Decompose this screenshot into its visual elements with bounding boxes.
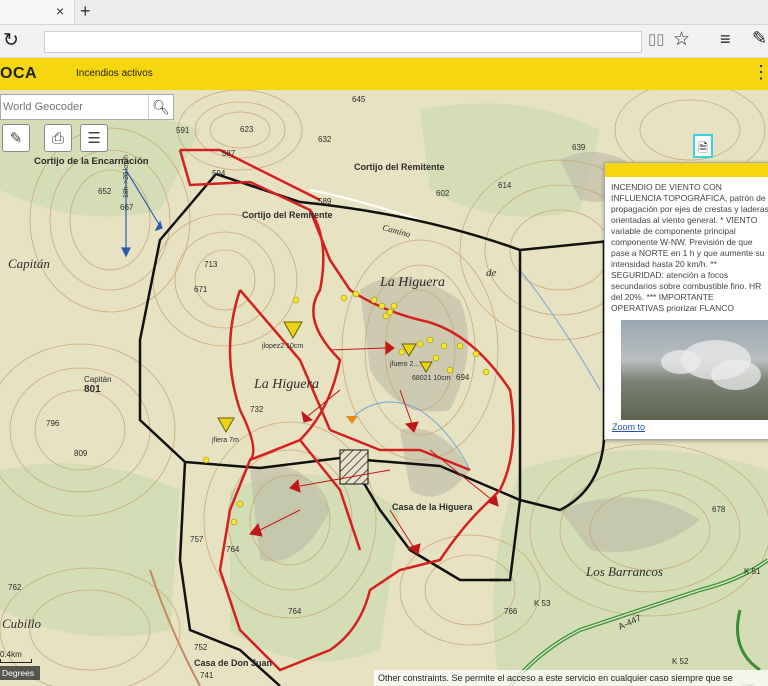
elevation-label: 639	[572, 143, 586, 152]
star-icon[interactable]: ☆	[673, 28, 690, 51]
scale-label: 0.4km	[0, 650, 22, 659]
incident-popup: INCENDIO DE VIENTO CON INFLUENCIA TOPOGR…	[604, 162, 768, 440]
elevation-label: 678	[712, 505, 726, 514]
hub-icon[interactable]: ≡	[720, 29, 731, 50]
place-label: La Higuera	[253, 377, 319, 392]
pen-note-icon[interactable]: ✎	[752, 28, 767, 49]
place-label: Cubillo	[2, 616, 42, 631]
elevation-label: 694	[456, 373, 470, 382]
place-label: Cortijo del Remitente	[242, 210, 333, 220]
menu-incendios-activos[interactable]: Incendios activos	[76, 68, 153, 79]
new-tab-icon[interactable]: +	[80, 1, 91, 22]
search-icon[interactable]: 🔍︎	[148, 95, 173, 119]
elevation-label: 632	[318, 135, 332, 144]
place-label: Cortijo del Remitente	[354, 162, 445, 172]
address-bar[interactable]	[44, 31, 642, 53]
elevation-label: 589	[318, 197, 332, 206]
document-icon[interactable]: ☰	[80, 124, 108, 152]
scale-bar: 0.4km	[0, 650, 40, 663]
app-header: OCA Incendios activos ⋮≡	[0, 58, 768, 90]
place-label: La Higuera	[379, 275, 445, 290]
wind-label: 18h->20 km/h	[123, 155, 130, 198]
browser-tab-bar: × +	[0, 0, 768, 25]
place-label: Capitán	[8, 256, 50, 271]
elevation-label: 645	[352, 95, 366, 104]
elevation-label: 652	[98, 187, 112, 196]
elevation-label: 796	[46, 419, 60, 428]
popup-header	[605, 163, 768, 177]
elevation-label: 713	[204, 260, 218, 269]
place-label: Capitán	[84, 375, 112, 384]
place-label: de	[486, 267, 497, 279]
elevation-label: 594	[212, 169, 226, 178]
app-logo: OCA	[0, 65, 38, 82]
elevation-label: 764	[226, 545, 240, 554]
zoom-to-link[interactable]: Zoom to	[612, 422, 645, 432]
hatched-area	[339, 449, 369, 485]
pencil-icon[interactable]: ✎	[2, 124, 30, 152]
elevation-label: 602	[436, 189, 450, 198]
refresh-icon[interactable]: ↻	[3, 29, 19, 52]
elevation-label: K 52	[672, 657, 689, 666]
elevation-label: 757	[190, 535, 204, 544]
elevation-label: 762	[8, 583, 22, 592]
geocoder-input[interactable]	[1, 95, 151, 119]
elevation-label: 732	[250, 405, 264, 414]
elevation-label: 764	[288, 607, 302, 616]
map-attribution: Other constraints. Se permite el acceso …	[374, 670, 768, 686]
elevation-label: K 51	[744, 567, 761, 576]
elevation-label: 614	[498, 181, 512, 190]
tab-close-icon[interactable]: ×	[56, 3, 64, 19]
place-label: Los Barrancos	[585, 564, 663, 579]
browser-nav-bar: ↻ ▯▯ ☆ ≡ ✎	[0, 25, 768, 58]
marker-label: 68021 10cm	[412, 375, 451, 382]
elevation-label: 623	[240, 125, 254, 134]
elevation-label: 671	[194, 285, 208, 294]
book-icon[interactable]: ▯▯	[648, 30, 665, 48]
list-menu-icon[interactable]: ⋮≡	[752, 62, 768, 83]
elevation-label: 809	[74, 449, 88, 458]
place-label: Casa de la Higuera	[392, 502, 474, 512]
print-icon[interactable]: ⎙	[44, 124, 72, 152]
elevation-label: 667	[120, 203, 134, 212]
popup-description: INCENDIO DE VIENTO CON INFLUENCIA TOPOGR…	[611, 182, 768, 313]
place-label: Casa de Don Juan	[194, 658, 272, 668]
document-icon[interactable]: 🗎	[693, 134, 713, 158]
place-label: Cortijo de la Encarnación	[34, 156, 149, 167]
marker-label: jlopez2 10cm	[261, 343, 303, 350]
browser-tab[interactable]: ×	[0, 0, 75, 24]
elevation-label: 801	[84, 384, 101, 395]
elevation-label: K 53	[534, 599, 551, 608]
elevation-label: 591	[176, 126, 190, 135]
elevation-label: 741	[200, 671, 214, 680]
fire-photo[interactable]	[621, 320, 768, 420]
geocoder-search: 🔍︎	[0, 94, 174, 120]
elevation-label: 587	[222, 149, 236, 158]
elevation-label: 752	[194, 643, 208, 652]
marker-label: jfiera 7m	[211, 437, 239, 444]
elevation-label: 766	[504, 607, 518, 616]
marker-label: jfuero 2...	[389, 361, 419, 368]
coordinate-format[interactable]: Degrees	[0, 666, 40, 680]
map-view[interactable]: jlopez2 10cm jfuero 2... 68021 10cm jfie…	[0, 90, 768, 686]
